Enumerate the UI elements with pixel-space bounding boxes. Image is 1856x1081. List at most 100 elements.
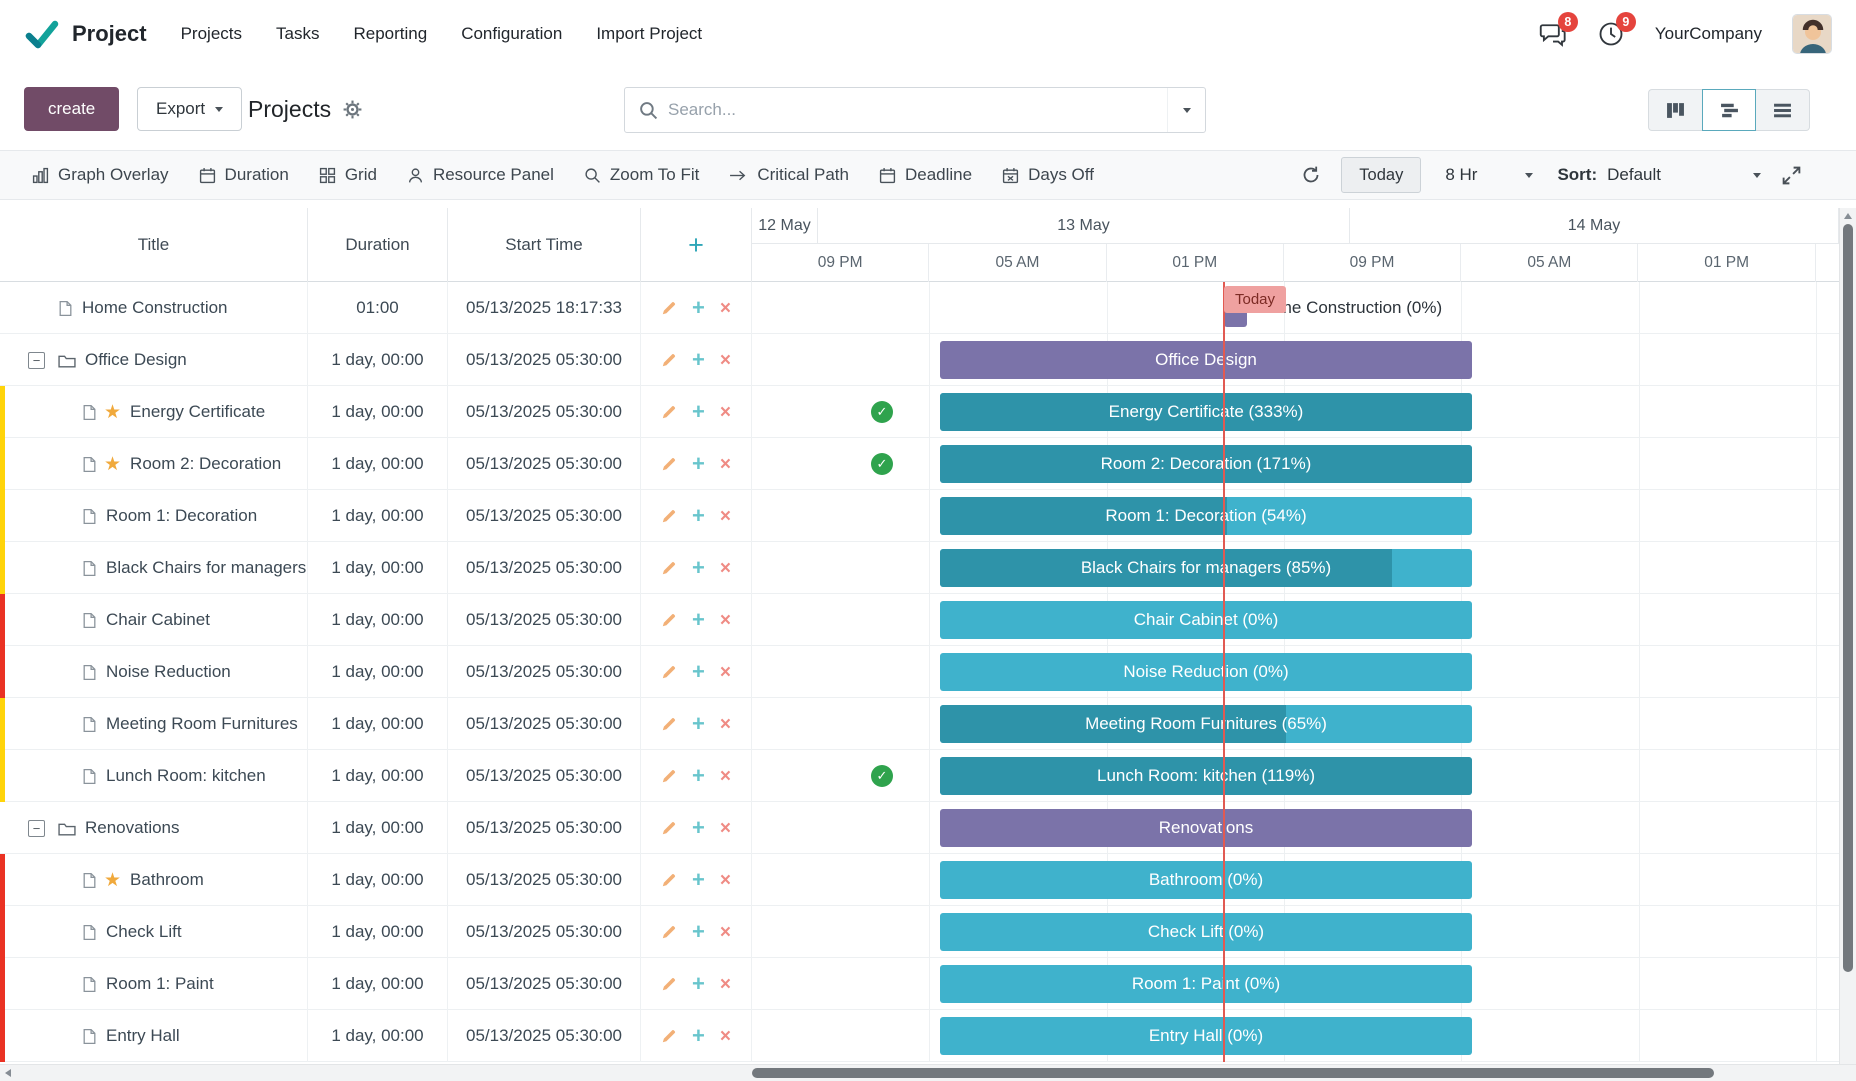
refresh-button[interactable] <box>1301 165 1321 185</box>
gantt-bar[interactable]: Black Chairs for managers (85%) <box>940 549 1472 587</box>
add-subtask-icon[interactable]: + <box>692 661 705 683</box>
delete-task-icon[interactable]: × <box>720 299 731 318</box>
add-subtask-icon[interactable]: + <box>692 765 705 787</box>
toolbar-deadline-button[interactable]: Deadline <box>879 165 972 185</box>
task-row[interactable]: Chair Cabinet1 day, 00:0005/13/2025 05:3… <box>0 594 751 646</box>
delete-task-icon[interactable]: × <box>720 351 731 370</box>
app-logo-icon[interactable] <box>24 16 60 52</box>
menu-item-import-project[interactable]: Import Project <box>596 24 702 44</box>
kanban-view-button[interactable] <box>1648 89 1702 131</box>
horizontal-scroll-thumb[interactable] <box>752 1068 1714 1078</box>
toolbar-days-off-button[interactable]: Days Off <box>1002 165 1094 185</box>
task-row[interactable]: Lunch Room: kitchen1 day, 00:0005/13/202… <box>0 750 751 802</box>
add-task-column-button[interactable]: + <box>641 208 752 282</box>
edit-task-icon[interactable] <box>661 612 677 628</box>
gantt-bar[interactable]: Chair Cabinet (0%) <box>940 601 1472 639</box>
activities-button[interactable]: 9 <box>1597 20 1625 48</box>
favorite-star-icon[interactable]: ★ <box>104 871 121 890</box>
delete-task-icon[interactable]: × <box>720 975 731 994</box>
add-subtask-icon[interactable]: + <box>692 505 705 527</box>
task-row[interactable]: ★Bathroom1 day, 00:0005/13/2025 05:30:00… <box>0 854 751 906</box>
add-subtask-icon[interactable]: + <box>692 921 705 943</box>
toolbar-duration-button[interactable]: Duration <box>199 165 289 185</box>
menu-item-projects[interactable]: Projects <box>181 24 242 44</box>
toolbar-critical-path-button[interactable]: Critical Path <box>729 165 849 185</box>
edit-task-icon[interactable] <box>661 1028 677 1044</box>
vertical-scroll-thumb[interactable] <box>1843 224 1853 972</box>
edit-task-icon[interactable] <box>661 352 677 368</box>
toolbar-resource-panel-button[interactable]: Resource Panel <box>407 165 554 185</box>
column-header-duration[interactable]: Duration <box>308 208 448 282</box>
gantt-bar[interactable]: Entry Hall (0%) <box>940 1017 1472 1055</box>
add-subtask-icon[interactable]: + <box>692 557 705 579</box>
edit-task-icon[interactable] <box>661 872 677 888</box>
scale-select[interactable]: 8 Hr <box>1441 165 1537 185</box>
search-input[interactable] <box>668 88 1167 132</box>
scroll-up-arrow[interactable] <box>1844 213 1852 219</box>
today-button[interactable]: Today <box>1341 157 1421 193</box>
delete-task-icon[interactable]: × <box>720 767 731 786</box>
menu-item-configuration[interactable]: Configuration <box>461 24 562 44</box>
group-row[interactable]: −Office Design1 day, 00:0005/13/2025 05:… <box>0 334 751 386</box>
edit-task-icon[interactable] <box>661 404 677 420</box>
edit-task-icon[interactable] <box>661 456 677 472</box>
delete-task-icon[interactable]: × <box>720 923 731 942</box>
app-name[interactable]: Project <box>72 21 147 47</box>
edit-task-icon[interactable] <box>661 924 677 940</box>
delete-task-icon[interactable]: × <box>720 455 731 474</box>
task-row[interactable]: Room 1: Paint1 day, 00:0005/13/2025 05:3… <box>0 958 751 1010</box>
list-view-button[interactable] <box>1756 89 1810 131</box>
scroll-left-arrow[interactable] <box>5 1069 11 1077</box>
gantt-bar[interactable]: Lunch Room: kitchen (119%) <box>940 757 1472 795</box>
add-subtask-icon[interactable]: + <box>692 817 705 839</box>
edit-task-icon[interactable] <box>661 664 677 680</box>
create-button[interactable]: create <box>24 87 119 131</box>
menu-item-reporting[interactable]: Reporting <box>353 24 427 44</box>
add-subtask-icon[interactable]: + <box>692 297 705 319</box>
vertical-scrollbar[interactable] <box>1839 208 1856 1064</box>
gantt-bar[interactable]: Room 2: Decoration (171%) <box>940 445 1472 483</box>
delete-task-icon[interactable]: × <box>720 715 731 734</box>
column-header-start-time[interactable]: Start Time <box>448 208 641 282</box>
edit-task-icon[interactable] <box>661 300 677 316</box>
gantt-bar[interactable]: Meeting Room Furnitures (65%) <box>940 705 1472 743</box>
edit-task-icon[interactable] <box>661 976 677 992</box>
gantt-bar[interactable]: Check Lift (0%) <box>940 913 1472 951</box>
add-subtask-icon[interactable]: + <box>692 401 705 423</box>
gantt-bar[interactable]: Energy Certificate (333%) <box>940 393 1472 431</box>
toolbar-graph-overlay-button[interactable]: Graph Overlay <box>32 165 169 185</box>
group-row[interactable]: −Renovations1 day, 00:0005/13/2025 05:30… <box>0 802 751 854</box>
edit-task-icon[interactable] <box>661 716 677 732</box>
edit-task-icon[interactable] <box>661 560 677 576</box>
task-row[interactable]: Entry Hall1 day, 00:0005/13/2025 05:30:0… <box>0 1010 751 1062</box>
edit-task-icon[interactable] <box>661 508 677 524</box>
delete-task-icon[interactable]: × <box>720 403 731 422</box>
sort-select[interactable]: Default <box>1607 165 1761 185</box>
add-subtask-icon[interactable]: + <box>692 453 705 475</box>
delete-task-icon[interactable]: × <box>720 611 731 630</box>
task-row[interactable]: Home Construction01:0005/13/2025 18:17:3… <box>0 282 751 334</box>
company-name[interactable]: YourCompany <box>1655 24 1762 44</box>
gantt-bar[interactable]: Office Design <box>940 341 1472 379</box>
settings-gear-icon[interactable] <box>343 100 362 119</box>
task-row[interactable]: Noise Reduction1 day, 00:0005/13/2025 05… <box>0 646 751 698</box>
search-dropdown-toggle[interactable] <box>1167 88 1205 132</box>
task-row[interactable]: Black Chairs for managers1 day, 00:0005/… <box>0 542 751 594</box>
gantt-view-button[interactable] <box>1702 89 1756 131</box>
delete-task-icon[interactable]: × <box>720 507 731 526</box>
menu-item-tasks[interactable]: Tasks <box>276 24 319 44</box>
toolbar-grid-button[interactable]: Grid <box>319 165 377 185</box>
favorite-star-icon[interactable]: ★ <box>104 455 121 474</box>
edit-task-icon[interactable] <box>661 768 677 784</box>
add-subtask-icon[interactable]: + <box>692 1025 705 1047</box>
edit-task-icon[interactable] <box>661 820 677 836</box>
task-row[interactable]: Check Lift1 day, 00:0005/13/2025 05:30:0… <box>0 906 751 958</box>
gantt-bar[interactable]: Room 1: Decoration (54%) <box>940 497 1472 535</box>
column-header-title[interactable]: Title <box>0 208 308 282</box>
delete-task-icon[interactable]: × <box>720 663 731 682</box>
expand-button[interactable] <box>1781 165 1802 186</box>
task-row[interactable]: Room 1: Decoration1 day, 00:0005/13/2025… <box>0 490 751 542</box>
horizontal-scrollbar[interactable] <box>0 1064 1856 1081</box>
task-row[interactable]: Meeting Room Furnitures1 day, 00:0005/13… <box>0 698 751 750</box>
favorite-star-icon[interactable]: ★ <box>104 403 121 422</box>
